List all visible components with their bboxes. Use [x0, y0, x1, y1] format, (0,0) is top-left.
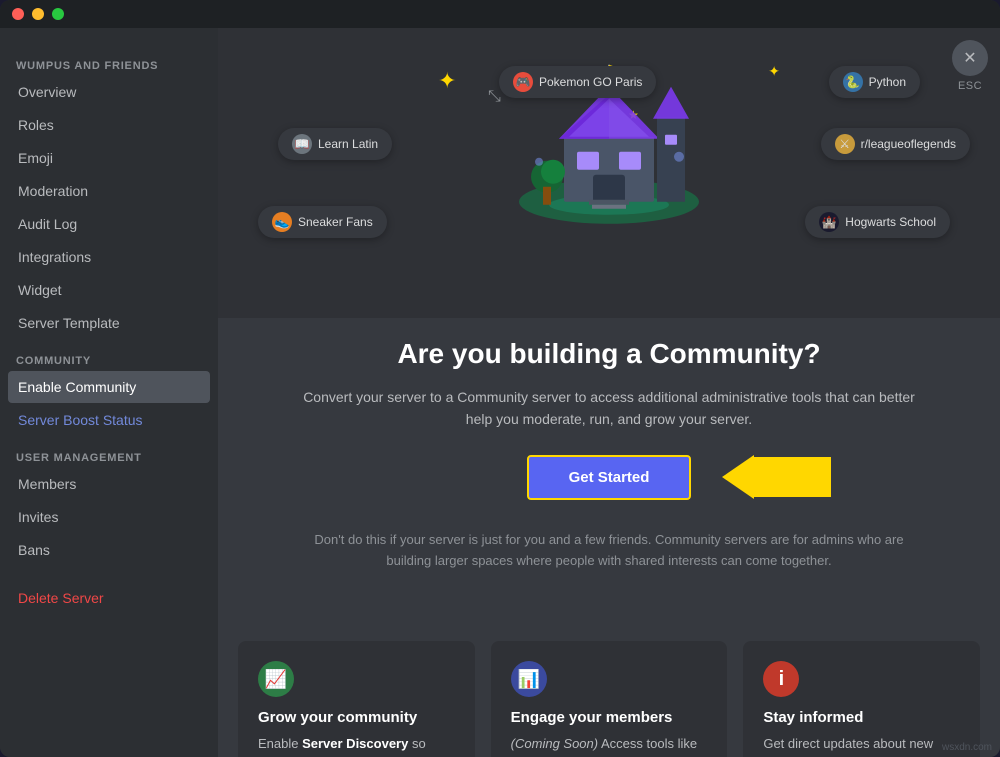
arrow-indicator — [722, 455, 831, 499]
sidebar-section-server: WUMPUS AND FRIENDS — [8, 52, 210, 76]
get-started-wrapper: Get Started — [527, 455, 692, 500]
resize-icon: ⤡ — [488, 88, 501, 106]
bubble-pokemon[interactable]: 🎮 Pokemon GO Paris — [499, 66, 656, 98]
sidebar-item-overview[interactable]: Overview — [8, 76, 210, 108]
bubble-latin-icon: 📖 — [292, 134, 312, 154]
bubble-league-label: r/leagueoflegends — [861, 137, 956, 151]
sidebar-item-emoji[interactable]: Emoji — [8, 142, 210, 174]
community-note: Don't do this if your server is just for… — [299, 530, 919, 572]
sparkle-icon: ✦ — [438, 68, 456, 94]
esc-label: ESC — [958, 80, 982, 92]
grow-text-before: Enable — [258, 736, 302, 751]
bubble-sneakers-label: Sneaker Fans — [298, 215, 373, 229]
bubble-hogwarts-label: Hogwarts School — [845, 215, 936, 229]
content-area: WUMPUS AND FRIENDS Overview Roles Emoji … — [0, 28, 1000, 757]
esc-circle-icon: ✕ — [952, 40, 988, 76]
sidebar-item-bans[interactable]: Bans — [8, 534, 210, 566]
sidebar-item-integrations[interactable]: Integrations — [8, 241, 210, 273]
stay-informed-text: Get direct updates about new features bu… — [763, 734, 960, 757]
bubble-league[interactable]: ⚔ r/leagueoflegends — [821, 128, 970, 160]
get-started-button[interactable]: Get Started — [527, 455, 692, 500]
sparkle-icon-3: ✦ — [768, 63, 780, 80]
page-title: Are you building a Community? — [298, 338, 920, 370]
esc-button[interactable]: ✕ ESC — [952, 40, 988, 92]
stay-informed-title: Stay informed — [763, 709, 960, 726]
yellow-arrow-icon — [722, 455, 831, 499]
feature-card-engage: 📊 Engage your members (Coming Soon) Acce… — [491, 641, 728, 757]
delete-server-button[interactable]: Delete Server — [8, 582, 210, 614]
hero-illustration: ✦ ★ ✦ ✦ ⤡ — [218, 48, 1000, 258]
sidebar: WUMPUS AND FRIENDS Overview Roles Emoji … — [0, 28, 218, 757]
sidebar-item-audit-log[interactable]: Audit Log — [8, 208, 210, 240]
title-bar — [0, 0, 1000, 28]
sidebar-item-enable-community[interactable]: Enable Community — [8, 371, 210, 403]
feature-cards-section: 📈 Grow your community Enable Server Disc… — [218, 641, 1000, 757]
bubble-python[interactable]: 🐍 Python — [829, 66, 920, 98]
grow-community-title: Grow your community — [258, 709, 455, 726]
bubble-sneakers-icon: 👟 — [272, 212, 292, 232]
sidebar-item-server-template[interactable]: Server Template — [8, 307, 210, 339]
bubble-pokemon-icon: 🎮 — [513, 72, 533, 92]
grow-community-icon: 📈 — [258, 661, 294, 697]
community-content-section: Are you building a Community? Convert yo… — [218, 318, 1000, 641]
hero-section: ✦ ★ ✦ ✦ ⤡ — [218, 28, 1000, 318]
sidebar-item-invites[interactable]: Invites — [8, 501, 210, 533]
bubble-latin[interactable]: 📖 Learn Latin — [278, 128, 392, 160]
bubble-pokemon-label: Pokemon GO Paris — [539, 75, 642, 89]
bubble-league-icon: ⚔ — [835, 134, 855, 154]
app-window: WUMPUS AND FRIENDS Overview Roles Emoji … — [0, 0, 1000, 757]
stay-informed-icon: i — [763, 661, 799, 697]
feature-card-grow: 📈 Grow your community Enable Server Disc… — [238, 641, 475, 757]
engage-members-text: (Coming Soon) Access tools like Server I… — [511, 734, 708, 757]
grow-community-text: Enable Server Discovery so more people c… — [258, 734, 455, 757]
engage-members-icon: 📊 — [511, 661, 547, 697]
sidebar-section-community: COMMUNITY — [8, 347, 210, 371]
bubble-python-icon: 🐍 — [843, 72, 863, 92]
engage-members-title: Engage your members — [511, 709, 708, 726]
coming-soon-label: (Coming Soon) — [511, 736, 598, 751]
sidebar-item-members[interactable]: Members — [8, 468, 210, 500]
sidebar-item-roles[interactable]: Roles — [8, 109, 210, 141]
close-button[interactable] — [12, 8, 24, 20]
bubble-sneakers[interactable]: 👟 Sneaker Fans — [258, 206, 387, 238]
bubble-hogwarts-icon: 🏰 — [819, 212, 839, 232]
bubble-hogwarts[interactable]: 🏰 Hogwarts School — [805, 206, 950, 238]
sidebar-item-widget[interactable]: Widget — [8, 274, 210, 306]
main-content: ✕ ESC ✦ ★ ✦ ✦ ⤡ — [218, 28, 1000, 757]
engage-text-before: Access tools like — [598, 736, 697, 751]
bubble-python-label: Python — [869, 75, 906, 89]
community-description: Convert your server to a Community serve… — [299, 386, 919, 431]
server-discovery-link[interactable]: Server Discovery — [302, 736, 408, 751]
minimize-button[interactable] — [32, 8, 44, 20]
sidebar-item-moderation[interactable]: Moderation — [8, 175, 210, 207]
sidebar-section-user-mgmt: USER MANAGEMENT — [8, 444, 210, 468]
feature-card-informed: i Stay informed Get direct updates about… — [743, 641, 980, 757]
sidebar-item-server-boost[interactable]: Server Boost Status — [8, 404, 210, 436]
maximize-button[interactable] — [52, 8, 64, 20]
bubble-latin-label: Learn Latin — [318, 137, 378, 151]
close-icon: ✕ — [963, 48, 976, 68]
watermark: wsxdn.com — [942, 742, 992, 753]
